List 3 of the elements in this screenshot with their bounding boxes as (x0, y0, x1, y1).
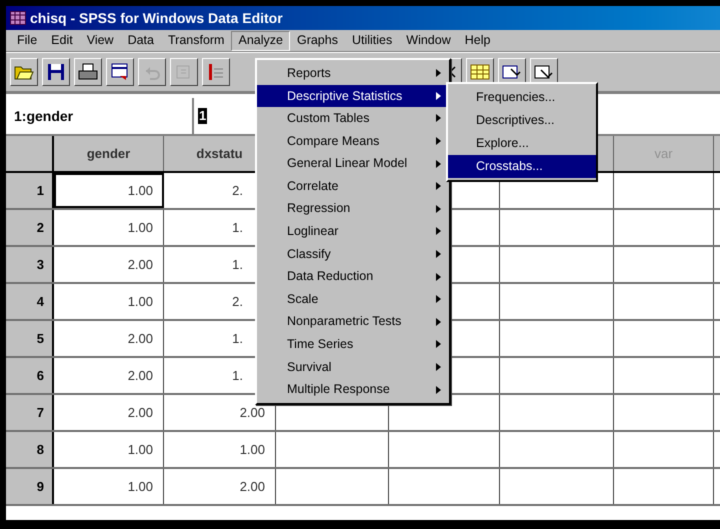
window-title: chisq - SPSS for Windows Data Editor (30, 8, 283, 28)
selected-text: 1 (198, 108, 208, 124)
cell-reference: 1:gender (6, 98, 194, 134)
